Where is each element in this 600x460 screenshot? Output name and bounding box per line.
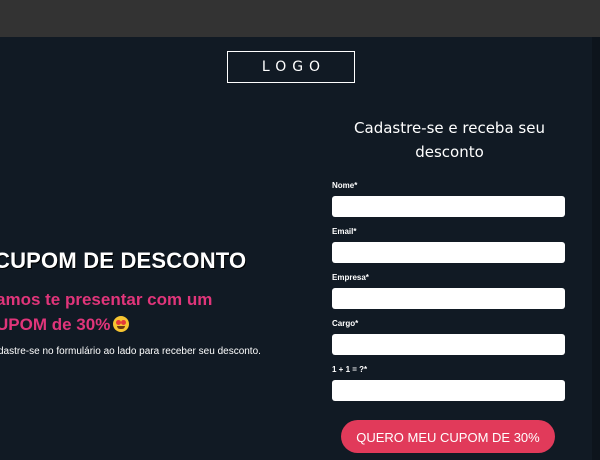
field-label-nome: Nome* — [332, 181, 358, 190]
hero-subheadline-line2: UPOM de 30% — [0, 312, 212, 337]
form-title: Cadastre-se e receba seu desconto — [354, 119, 545, 161]
heart-eyes-emoji-icon — [113, 316, 130, 332]
captcha-field[interactable] — [332, 380, 565, 401]
browser-topbar — [0, 0, 600, 37]
field-label-captcha: 1 + 1 = ?* — [332, 365, 368, 374]
submit-button[interactable]: QUERO MEU CUPOM DE 30% — [341, 420, 555, 453]
hero-note: dastre-se no formulário ao lado para rec… — [0, 346, 261, 357]
hero-headline: CUPOM DE DESCONTO — [0, 248, 247, 273]
hero-subheadline: amos te presentar com um UPOM de 30% — [0, 287, 212, 337]
email-field[interactable] — [332, 242, 565, 263]
cargo-field[interactable] — [332, 334, 565, 355]
scrollbar-track[interactable] — [592, 37, 600, 460]
field-label-cargo: Cargo* — [332, 319, 359, 328]
hero-subheadline-line2-text: UPOM de 30% — [0, 315, 111, 334]
field-label-email: Email* — [332, 227, 357, 236]
field-label-empresa: Empresa* — [332, 273, 369, 282]
hero-subheadline-line1: amos te presentar com um — [0, 290, 213, 309]
nome-field[interactable] — [332, 196, 565, 217]
empresa-field[interactable] — [332, 288, 565, 309]
logo[interactable]: LOGO — [227, 51, 355, 83]
